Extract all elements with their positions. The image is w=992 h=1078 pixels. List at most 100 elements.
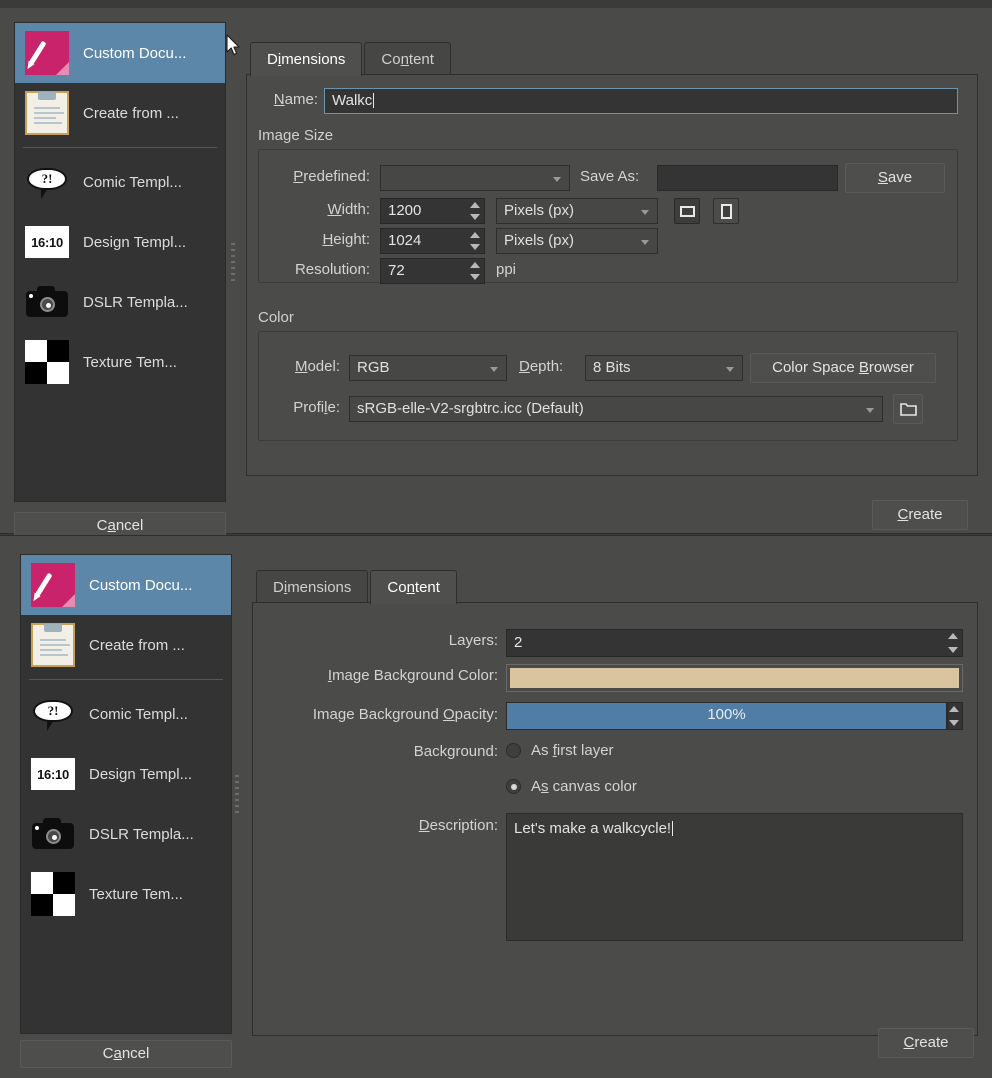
profile-label: Profile: bbox=[293, 399, 340, 416]
sidebar-item-dslr-templates[interactable]: DSLR Templa... bbox=[21, 804, 231, 864]
color-space-browser-button[interactable]: Color Space Browser bbox=[750, 353, 936, 383]
sidebar-item-label: Custom Docu... bbox=[89, 576, 193, 594]
radio-as-canvas-color-indicator bbox=[506, 779, 521, 794]
custom-document-icon bbox=[25, 31, 69, 75]
background-opacity-stepper[interactable] bbox=[947, 702, 963, 730]
dimensions-panel: Name: Walkc Image Size Predefined: Save … bbox=[246, 74, 978, 476]
splitter-handle-bottom[interactable] bbox=[232, 560, 242, 1030]
sidebar-item-dslr-templates[interactable]: DSLR Templa... bbox=[15, 272, 225, 332]
portrait-orientation-button[interactable] bbox=[713, 198, 739, 224]
depth-combo[interactable]: 8 Bits bbox=[585, 355, 743, 381]
name-input[interactable]: Walkc bbox=[324, 88, 958, 114]
folder-icon bbox=[899, 403, 917, 416]
save-button[interactable]: Save bbox=[845, 163, 945, 193]
width-label: Width: bbox=[327, 201, 370, 218]
aspect-ratio-icon: 16:10 bbox=[31, 752, 75, 796]
tab-content[interactable]: Content bbox=[370, 570, 457, 604]
depth-value: 8 Bits bbox=[593, 359, 631, 376]
sidebar-item-texture-templates[interactable]: Texture Tem... bbox=[21, 864, 231, 924]
profile-folder-button[interactable] bbox=[893, 394, 923, 424]
create-button-top[interactable]: Create bbox=[872, 500, 968, 530]
sidebar-item-create-from-clipboard[interactable]: Create from ... bbox=[15, 83, 225, 143]
cancel-button-bottom[interactable]: Cancel bbox=[20, 1040, 232, 1068]
content-panel: Layers: 2 Image Background Color: Image … bbox=[252, 602, 978, 1036]
model-label: Model: bbox=[294, 358, 340, 375]
resolution-label: Resolution: bbox=[294, 261, 370, 278]
chevron-down-icon bbox=[490, 367, 498, 372]
splitter-handle-top[interactable] bbox=[228, 28, 238, 498]
checkerboard-icon bbox=[25, 340, 69, 384]
width-value: 1200 bbox=[388, 202, 422, 219]
model-value: RGB bbox=[357, 359, 390, 376]
clipboard-icon bbox=[25, 91, 69, 135]
mouse-cursor bbox=[226, 34, 240, 56]
chevron-down-icon bbox=[641, 240, 649, 245]
sidebar-item-comic-templates[interactable]: ?! Comic Templ... bbox=[21, 684, 231, 744]
sidebar-item-comic-templates[interactable]: ?! Comic Templ... bbox=[15, 152, 225, 212]
sidebar-item-label: Texture Tem... bbox=[89, 885, 183, 903]
camera-icon bbox=[31, 812, 75, 856]
sidebar-item-label: Comic Templ... bbox=[89, 705, 188, 723]
aspect-ratio-icon: 16:10 bbox=[25, 220, 69, 264]
width-unit-combo[interactable]: Pixels (px) bbox=[496, 198, 658, 224]
chevron-down-icon bbox=[726, 367, 734, 372]
custom-document-icon bbox=[31, 563, 75, 607]
tab-content[interactable]: Content bbox=[364, 42, 451, 76]
new-document-dialog-content: Custom Docu... Create from ... ?! Comic … bbox=[0, 535, 992, 1078]
sidebar-item-label: Texture Tem... bbox=[83, 353, 177, 371]
resolution-input[interactable]: 72 bbox=[380, 258, 485, 284]
background-opacity-slider[interactable]: 100% bbox=[506, 702, 947, 730]
tab-dimensions[interactable]: Dimensions bbox=[250, 42, 363, 76]
width-input[interactable]: 1200 bbox=[380, 198, 485, 224]
name-label: Name: bbox=[273, 91, 318, 108]
width-unit-value: Pixels (px) bbox=[504, 202, 575, 219]
sidebar-item-texture-templates[interactable]: Texture Tem... bbox=[15, 332, 225, 392]
sidebar-item-label: DSLR Templa... bbox=[83, 293, 188, 311]
name-input-value: Walkc bbox=[332, 92, 373, 109]
resolution-unit-label: ppi bbox=[496, 261, 517, 278]
save-as-input[interactable] bbox=[657, 165, 838, 191]
sidebar-item-custom-document[interactable]: Custom Docu... bbox=[21, 555, 231, 615]
depth-label: Depth: bbox=[519, 358, 564, 375]
tabbar-top[interactable]: Dimensions Content bbox=[250, 42, 453, 76]
sidebar-item-label: DSLR Templa... bbox=[89, 825, 194, 843]
profile-value: sRGB-elle-V2-srgbtrc.icc (Default) bbox=[357, 400, 584, 417]
checkerboard-icon bbox=[31, 872, 75, 916]
sidebar-item-label: Design Templ... bbox=[83, 233, 187, 251]
template-list-top[interactable]: Custom Docu... Create from ... ?! Comic … bbox=[14, 22, 226, 502]
radio-as-canvas-color-label: As canvas color bbox=[531, 778, 637, 795]
tabbar-bottom[interactable]: Dimensions Content bbox=[256, 570, 459, 604]
landscape-orientation-button[interactable] bbox=[674, 198, 700, 224]
height-input[interactable]: 1024 bbox=[380, 228, 485, 254]
sidebar-item-design-templates[interactable]: 16:10 Design Templ... bbox=[21, 744, 231, 804]
predefined-combo[interactable] bbox=[380, 165, 570, 191]
height-unit-combo[interactable]: Pixels (px) bbox=[496, 228, 658, 254]
chevron-down-icon bbox=[641, 210, 649, 215]
sidebar-item-label: Custom Docu... bbox=[83, 44, 187, 62]
height-label: Height: bbox=[322, 231, 370, 248]
tab-dimensions[interactable]: Dimensions bbox=[256, 570, 369, 604]
radio-as-first-layer-label: As first layer bbox=[531, 742, 614, 759]
color-group-label: Color bbox=[258, 309, 294, 326]
sidebar-item-custom-document[interactable]: Custom Docu... bbox=[15, 23, 225, 83]
color-group bbox=[258, 331, 958, 441]
radio-as-canvas-color[interactable]: As canvas color bbox=[506, 778, 637, 795]
template-list-bottom[interactable]: Custom Docu... Create from ... ?! Comic … bbox=[20, 554, 232, 1034]
layers-input[interactable]: 2 bbox=[506, 629, 963, 657]
sidebar-item-label: Create from ... bbox=[89, 636, 185, 654]
comic-bubble-icon: ?! bbox=[25, 160, 69, 204]
description-textarea[interactable]: Let's make a walkcycle! bbox=[506, 813, 963, 941]
background-opacity-label: Image Background Opacity: bbox=[312, 706, 498, 723]
resolution-value: 72 bbox=[388, 262, 405, 279]
description-value: Let's make a walkcycle! bbox=[514, 820, 672, 837]
radio-as-first-layer[interactable]: As first layer bbox=[506, 742, 614, 759]
height-value: 1024 bbox=[388, 232, 422, 249]
sidebar-item-create-from-clipboard[interactable]: Create from ... bbox=[21, 615, 231, 675]
create-button-bottom[interactable]: Create bbox=[878, 1028, 974, 1058]
sidebar-item-design-templates[interactable]: 16:10 Design Templ... bbox=[15, 212, 225, 272]
profile-combo[interactable]: sRGB-elle-V2-srgbtrc.icc (Default) bbox=[349, 396, 883, 422]
radio-as-first-layer-indicator bbox=[506, 743, 521, 758]
save-as-label: Save As: bbox=[580, 168, 640, 185]
model-combo[interactable]: RGB bbox=[349, 355, 507, 381]
background-color-swatch[interactable] bbox=[506, 664, 963, 692]
